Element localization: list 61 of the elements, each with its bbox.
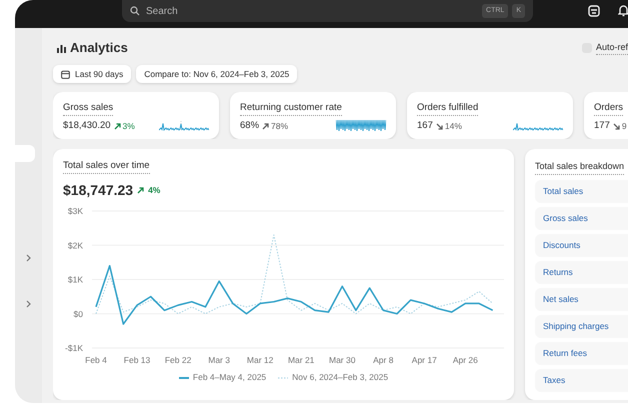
page-title: Analytics — [70, 39, 128, 58]
metric-card[interactable]: Returning customer rate 68% 78% — [230, 92, 396, 139]
x-axis-label: Mar 21 — [288, 355, 314, 366]
y-axis-label: -$1K — [65, 343, 83, 354]
metric-change: 3% — [122, 120, 135, 133]
metric-change: 78% — [271, 120, 288, 133]
metric-change: 9 — [622, 120, 627, 133]
legend-label: Feb 4–May 4, 2025 — [192, 371, 266, 384]
metric-card[interactable]: Gross sales $18,430.20 3% — [53, 92, 219, 139]
breakdown-item[interactable]: Taxes — [535, 368, 628, 392]
x-axis-label: Feb 4 — [85, 355, 107, 366]
bell-icon[interactable] — [618, 4, 628, 17]
breakdown-item[interactable]: Shipping charges — [535, 314, 628, 338]
search-placeholder: Search — [146, 4, 179, 18]
sparkline — [336, 119, 386, 134]
breakdown-item[interactable]: Returns — [535, 260, 628, 284]
y-axis-label: $3K — [68, 206, 83, 216]
metric-card[interactable]: Orders fulfilled 167 14% — [407, 92, 573, 139]
total-sales-change: 4% — [148, 184, 160, 198]
metric-value: 177 — [594, 119, 610, 134]
breakdown-item[interactable]: Total sales — [535, 180, 628, 202]
metric-label: Returning customer rate — [240, 101, 342, 116]
x-axis-label: Feb 22 — [164, 355, 192, 366]
bar-chart-icon — [57, 44, 66, 52]
metric-value: 167 — [417, 119, 433, 134]
legend-label: Nov 6, 2024–Feb 3, 2025 — [292, 371, 388, 384]
x-axis-label: Feb 13 — [124, 355, 150, 366]
chart-title: Total sales over time — [63, 159, 150, 174]
metric-value: $18,430.20 — [63, 119, 111, 134]
metric-label: Orders fulfilled — [417, 101, 478, 116]
auto-refresh-checkbox[interactable]: Auto-ref — [582, 40, 628, 56]
breakdown-item[interactable]: Gross sales — [535, 206, 628, 230]
metric-card[interactable]: Orders 177 9 — [584, 92, 628, 139]
x-axis-label: Mar 30 — [329, 355, 356, 366]
metric-value: 68% — [240, 119, 260, 134]
metric-change: 14% — [444, 120, 462, 133]
chevron-right-icon[interactable] — [26, 254, 31, 262]
store-icon[interactable] — [588, 5, 600, 17]
legend-swatch — [278, 376, 288, 380]
breakdown-item[interactable]: Net sales — [535, 288, 628, 310]
search-icon — [130, 6, 140, 16]
sparkline — [159, 119, 209, 134]
breakdown-item[interactable]: Discounts — [535, 234, 628, 256]
x-axis-label: Apr 8 — [373, 355, 394, 366]
legend-swatch — [178, 376, 189, 380]
total-sales-value: $18,747.23 — [63, 181, 134, 200]
breakdown-item[interactable]: Return fees — [535, 342, 628, 364]
metric-label: Gross sales — [63, 101, 114, 116]
y-axis-label: $1K — [68, 274, 83, 285]
breakdown-title: Total sales breakdown — [535, 160, 624, 174]
metric-label: Orders — [594, 101, 624, 116]
calendar-icon — [61, 70, 70, 78]
filter-button[interactable]: Last 90 days — [53, 65, 132, 83]
x-axis-label: Mar 12 — [246, 355, 274, 366]
filter-button[interactable]: Compare to: Nov 6, 2024–Feb 3, 2025 — [136, 65, 298, 83]
x-axis-label: Apr 26 — [452, 355, 478, 366]
x-axis-label: Mar 3 — [208, 355, 230, 366]
chevron-right-icon[interactable] — [26, 300, 31, 308]
y-axis-label: $2K — [68, 240, 83, 250]
x-axis-label: Apr 17 — [412, 355, 437, 366]
y-axis-label: $0 — [74, 309, 83, 319]
